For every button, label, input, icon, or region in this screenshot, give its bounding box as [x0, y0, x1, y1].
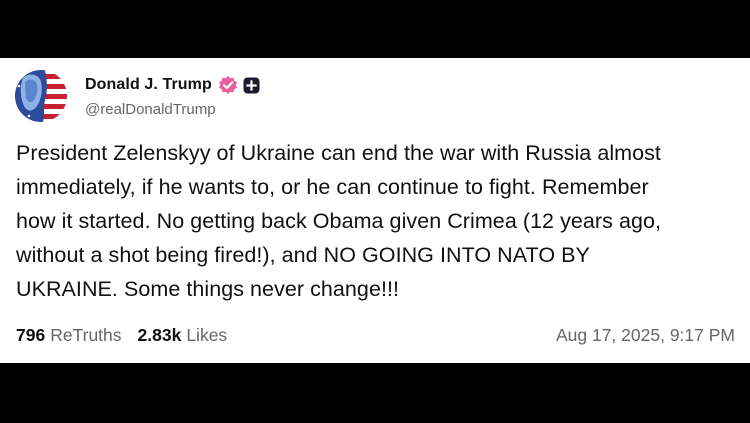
post-meta-row: 796 ReTruths 2.83k Likes Aug 17, 2025, 9…: [16, 324, 735, 346]
post-body: President Zelenskyy of Ukraine can end t…: [16, 136, 741, 306]
post-body-line: President Zelenskyy of Ukraine can end t…: [16, 141, 661, 165]
likes-label: Likes: [186, 324, 228, 345]
screenshot-frame: Donald J. Trump @realDonaldTrump Preside…: [0, 0, 750, 423]
likes-count: 2.83k: [137, 324, 182, 345]
post-body-line: immediately, if he wants to, or he can c…: [16, 175, 649, 199]
truth-post-card: Donald J. Trump @realDonaldTrump Preside…: [0, 58, 750, 363]
retruths-stat[interactable]: 796 ReTruths: [16, 325, 122, 346]
author-name-row: Donald J. Trump: [85, 74, 260, 96]
avatar[interactable]: [15, 70, 67, 122]
author-handle[interactable]: @realDonaldTrump: [85, 101, 216, 118]
post-body-line: UKRAINE. Some things never change!!!: [16, 277, 400, 301]
post-body-line: how it started. No getting back Obama gi…: [16, 209, 661, 233]
avatar-image: [15, 70, 67, 122]
post-body-line: without a shot being fired!), and NO GOI…: [16, 243, 590, 267]
author-display-name[interactable]: Donald J. Trump: [85, 76, 212, 94]
plus-badge-icon: [243, 77, 260, 94]
post-timestamp[interactable]: Aug 17, 2025, 9:17 PM: [556, 325, 735, 346]
likes-stat[interactable]: 2.83k Likes: [138, 325, 228, 346]
retruths-label: ReTruths: [50, 324, 122, 345]
verified-badge-icon: [218, 75, 238, 95]
retruths-count: 796: [16, 324, 46, 345]
